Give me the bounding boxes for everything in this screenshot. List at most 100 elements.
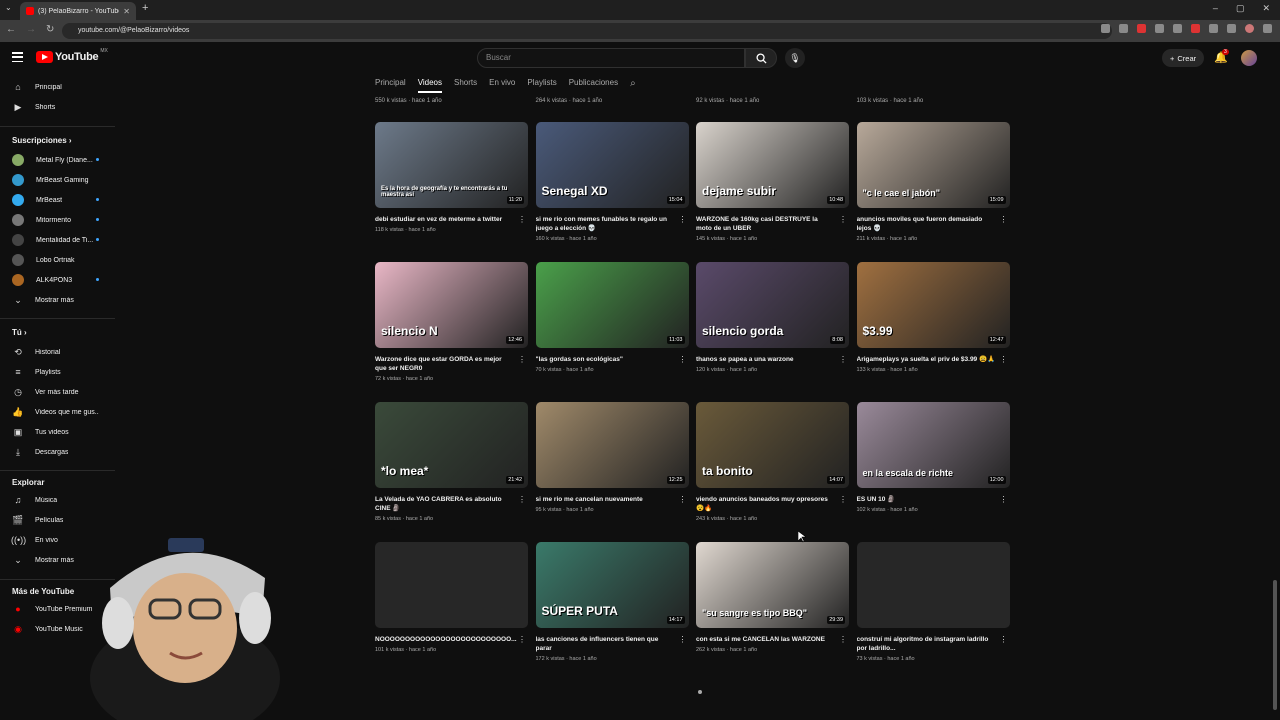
bookmark-star-icon[interactable] xyxy=(1119,24,1128,33)
chrome-menu-icon[interactable] xyxy=(1263,24,1272,33)
more-options-icon[interactable]: ⋮ xyxy=(1000,355,1008,364)
subscriptions-header[interactable]: Suscripciones › xyxy=(12,136,72,145)
explore-header[interactable]: Explorar xyxy=(12,478,44,487)
more-options-icon[interactable]: ⋮ xyxy=(679,635,687,644)
channel-tab[interactable]: Videos xyxy=(417,78,443,93)
channel-tab[interactable]: En vivo xyxy=(489,78,515,93)
video-thumbnail[interactable]: "su sangre es tipo BBQ" 29:39 xyxy=(696,542,849,628)
video-title[interactable]: si me rio con memes funables te regalo u… xyxy=(536,215,689,233)
video-card[interactable]: "su sangre es tipo BBQ" 29:39 con esta si … xyxy=(696,542,849,653)
sidebar-channel-item[interactable]: Mitormento xyxy=(0,211,115,229)
channel-tab[interactable]: Playlists xyxy=(527,78,556,93)
channel-tab[interactable]: Principal xyxy=(375,78,406,93)
video-card[interactable]: silencio gorda 8:08 thanos se papea a una … xyxy=(696,262,849,373)
more-options-icon[interactable]: ⋮ xyxy=(839,635,847,644)
more-options-icon[interactable]: ⋮ xyxy=(1000,495,1008,504)
minimize-icon[interactable]: – xyxy=(1213,3,1218,14)
sidebar-item[interactable]: ≡ Playlists xyxy=(0,363,115,381)
video-card[interactable]: en la escala de richte 12:00 ES UN 10 🗿 102… xyxy=(856,402,1010,513)
more-options-icon[interactable]: ⋮ xyxy=(518,495,526,504)
more-options-icon[interactable]: ⋮ xyxy=(679,215,687,224)
voice-search-button[interactable]: 🎙 xyxy=(785,48,805,68)
search-button[interactable] xyxy=(745,48,777,68)
sidebar-item[interactable]: 🎬 Películas xyxy=(0,511,115,529)
sidebar-item[interactable]: ▣ Tus videos xyxy=(0,423,115,441)
video-thumbnail[interactable]: SÚPER PUTA 14:17 xyxy=(535,542,689,628)
forward-icon[interactable]: → xyxy=(26,24,36,35)
reload-icon[interactable]: ↻ xyxy=(46,24,54,35)
video-title[interactable]: Arigameplays ya suelta el priv de $3.99 … xyxy=(857,355,1010,364)
video-thumbnail[interactable]: Senegal XD 15:04 xyxy=(535,122,689,208)
sidebar-item[interactable]: ♫ Música xyxy=(0,491,115,509)
video-thumbnail[interactable]: dejame subir 10:48 xyxy=(696,122,849,208)
more-options-icon[interactable]: ⋮ xyxy=(518,215,526,224)
video-thumbnail[interactable] xyxy=(375,542,528,628)
more-options-icon[interactable]: ⋮ xyxy=(839,215,847,224)
video-title[interactable]: anuncios moviles que fueron demasiado le… xyxy=(857,215,1010,233)
video-title[interactable]: "las gordas son ecológicas" xyxy=(536,355,689,364)
video-title[interactable]: debi estudiar en vez de meterme a twitte… xyxy=(375,215,528,224)
video-card[interactable]: Senegal XD 15:04 si me rio con memes funab… xyxy=(535,122,689,242)
maximize-icon[interactable]: ▢ xyxy=(1236,3,1245,14)
sidebar-channel-item[interactable]: Mentalidad de Ti... xyxy=(0,231,115,249)
video-title[interactable]: viendo anuncios baneados muy opresores 😵… xyxy=(696,495,849,513)
channel-tab[interactable]: Shorts xyxy=(454,78,477,93)
youtube-logo[interactable]: YouTube MX xyxy=(36,48,108,63)
extension-icon[interactable] xyxy=(1191,24,1200,33)
video-card[interactable]: 12:25 si me rio me cancelan nuevamente 95 … xyxy=(535,402,689,513)
channel-tab[interactable]: Publicaciones xyxy=(569,78,618,93)
sidebar-channel-item[interactable]: MrBeast Gaming xyxy=(0,171,115,189)
video-title[interactable]: thanos se papea a una warzone xyxy=(696,355,849,364)
video-title[interactable]: construí mi algoritmo de instagram ladri… xyxy=(857,635,1010,653)
more-options-icon[interactable]: ⋮ xyxy=(679,495,687,504)
video-thumbnail[interactable]: *lo mea* 21:42 xyxy=(375,402,528,488)
video-title[interactable]: WARZONE de 160kg casi DESTRUYE la moto d… xyxy=(696,215,849,233)
sidebar-item[interactable]: 👍 Videos que me gus... xyxy=(0,403,115,421)
new-tab-icon[interactable]: + xyxy=(142,2,148,14)
video-card[interactable]: NOOOOOOOOOOOOOOOOOOOOOOOOOO... 101 k vist… xyxy=(375,542,528,653)
more-options-icon[interactable]: ⋮ xyxy=(839,355,847,364)
video-card[interactable]: SÚPER PUTA 14:17 las canciones de influenc… xyxy=(535,542,689,662)
cast-icon[interactable] xyxy=(1101,24,1110,33)
more-options-icon[interactable]: ⋮ xyxy=(518,355,526,364)
sidebar-item[interactable]: ⌄ Mostrar más xyxy=(0,291,115,309)
sidepanel-icon[interactable] xyxy=(1227,24,1236,33)
channel-search-icon[interactable]: ⌕ xyxy=(630,78,636,93)
profile-avatar-icon[interactable] xyxy=(1245,24,1254,33)
video-card[interactable]: construí mi algoritmo de instagram ladri… xyxy=(856,542,1010,662)
video-card[interactable]: *lo mea* 21:42 La Velada de YAO CABRERA es… xyxy=(375,402,528,522)
video-card[interactable]: "c le cae el jabón" 15:09 anuncios moviles… xyxy=(856,122,1010,242)
browser-tab[interactable]: (3) PelaoBizarro - YouTube ✕ xyxy=(20,2,136,20)
video-thumbnail[interactable]: silencio N 12:46 xyxy=(375,262,528,348)
back-icon[interactable]: ← xyxy=(6,24,16,35)
video-title[interactable]: NOOOOOOOOOOOOOOOOOOOOOOOOOO... xyxy=(375,635,528,644)
video-thumbnail[interactable]: silencio gorda 8:08 xyxy=(696,262,849,348)
url-input[interactable]: youtube.com/@PelaoBizarro/videos xyxy=(62,23,1112,39)
video-thumbnail[interactable]: 12:25 xyxy=(535,402,689,488)
create-button[interactable]: + Crear xyxy=(1162,49,1205,67)
sidebar-channel-item[interactable]: Metal Fly (Diane... xyxy=(0,151,115,169)
search-input[interactable]: Buscar xyxy=(477,48,745,68)
tab-search-icon[interactable]: ⌄ xyxy=(5,3,12,12)
avatar[interactable] xyxy=(1241,50,1257,66)
menu-icon[interactable] xyxy=(12,52,23,62)
video-thumbnail[interactable] xyxy=(856,542,1010,628)
more-options-icon[interactable]: ⋮ xyxy=(679,355,687,364)
you-header[interactable]: Tú › xyxy=(12,328,27,337)
sidebar-item[interactable]: ◷ Ver más tarde xyxy=(0,383,115,401)
video-card[interactable]: 11:03 "las gordas son ecológicas" 70 k vis… xyxy=(535,262,689,373)
video-title[interactable]: Warzone dice que estar GORDA es mejor qu… xyxy=(375,355,528,373)
video-title[interactable]: La Velada de YAO CABRERA es absoluto CIN… xyxy=(375,495,528,513)
video-thumbnail[interactable]: $3.99 12:47 xyxy=(856,262,1010,348)
video-card[interactable]: silencio N 12:46 Warzone dice que estar GO… xyxy=(375,262,528,382)
sidebar-channel-item[interactable]: MrBeast xyxy=(0,191,115,209)
more-options-icon[interactable]: ⋮ xyxy=(1000,635,1008,644)
sidebar-item[interactable]: ⌂ Principal xyxy=(0,78,115,96)
video-thumbnail[interactable]: en la escala de richte 12:00 xyxy=(856,402,1010,488)
video-card[interactable]: dejame subir 10:48 WARZONE de 160kg casi D… xyxy=(696,122,849,242)
video-title[interactable]: si me rio me cancelan nuevamente xyxy=(536,495,689,504)
extensions-puzzle-icon[interactable] xyxy=(1209,24,1218,33)
sidebar-item[interactable]: ▶ Shorts xyxy=(0,98,115,116)
sidebar-item[interactable]: ⟲ Historial xyxy=(0,343,115,361)
video-thumbnail[interactable]: 11:03 xyxy=(535,262,689,348)
